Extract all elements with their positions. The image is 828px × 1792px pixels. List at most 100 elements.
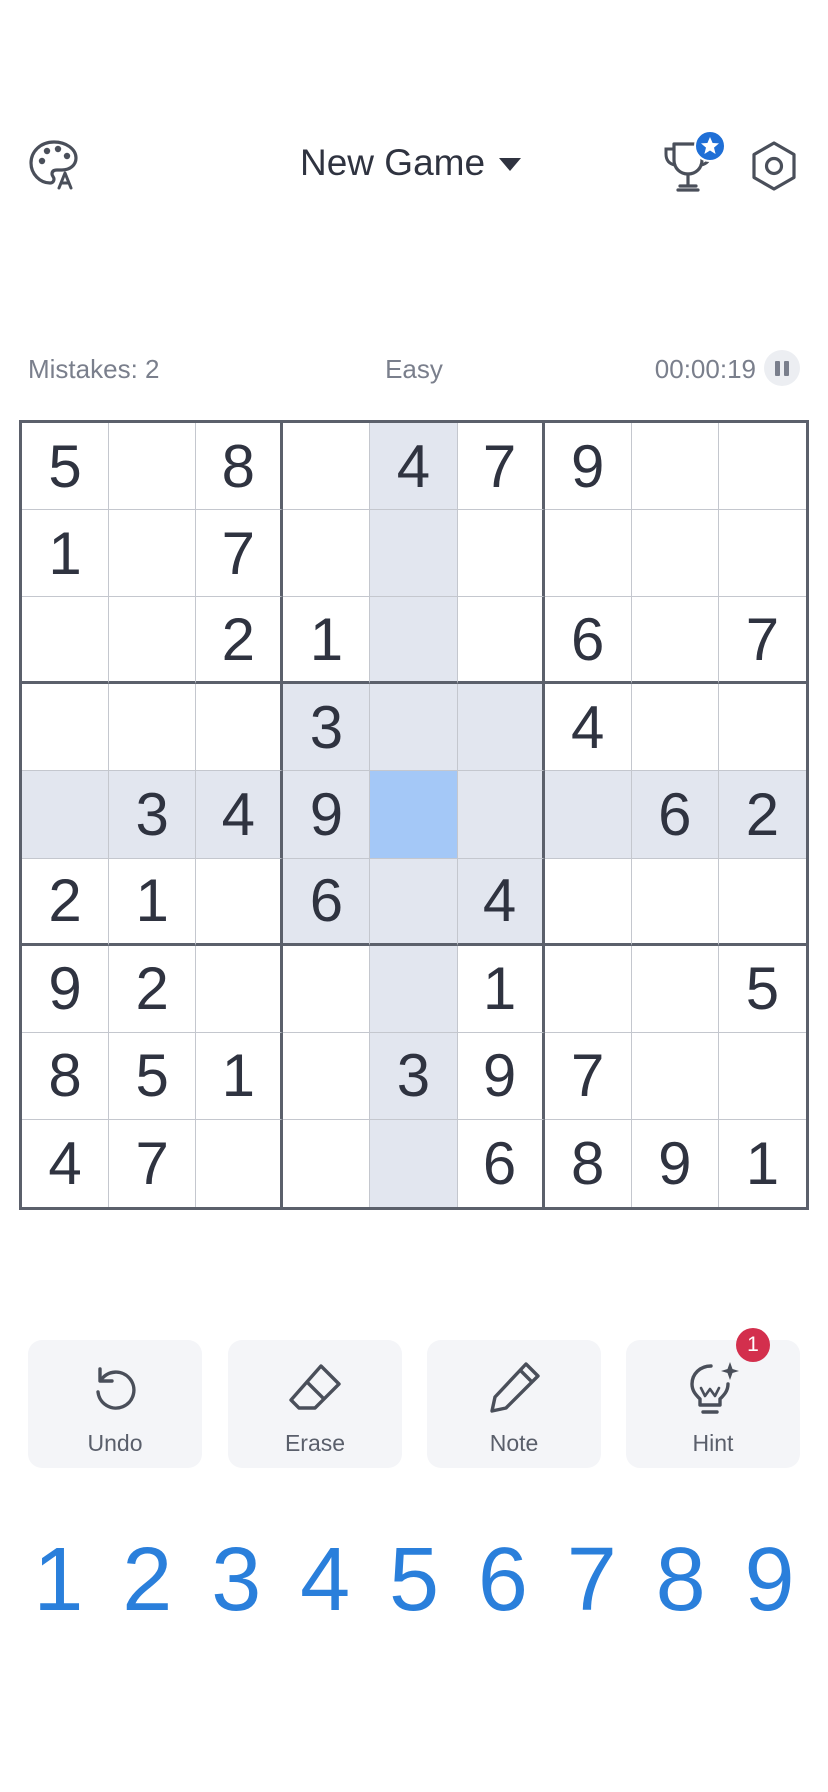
board-cell-r2c8[interactable]	[631, 510, 719, 598]
board-cell-r6c5[interactable]	[370, 858, 458, 946]
board-cell-r3c2[interactable]	[109, 597, 197, 685]
board-cell-r8c1[interactable]: 8	[22, 1032, 110, 1120]
board-cell-r9c4[interactable]	[283, 1119, 371, 1207]
number-button-5[interactable]: 5	[370, 1530, 459, 1630]
trophy-icon[interactable]	[660, 130, 728, 202]
board-cell-r4c1[interactable]	[22, 684, 110, 772]
number-button-2[interactable]: 2	[103, 1530, 192, 1630]
board-cell-r5c2[interactable]: 3	[109, 771, 197, 859]
board-cell-r5c3[interactable]: 4	[196, 771, 284, 859]
board-cell-r6c8[interactable]	[631, 858, 719, 946]
number-button-6[interactable]: 6	[458, 1530, 547, 1630]
board-cell-r3c4[interactable]: 1	[283, 597, 371, 685]
board-cell-r6c3[interactable]	[196, 858, 284, 946]
board-cell-r1c5[interactable]: 4	[370, 423, 458, 511]
board-cell-r6c9[interactable]	[718, 859, 806, 946]
palette-icon[interactable]	[26, 136, 82, 192]
board-cell-r7c9[interactable]: 5	[718, 946, 806, 1033]
board-cell-r6c2[interactable]: 1	[109, 858, 197, 946]
board-cell-r7c7[interactable]	[544, 945, 632, 1033]
number-button-1[interactable]: 1	[14, 1530, 103, 1630]
board-cell-r2c4[interactable]	[283, 510, 371, 598]
board-cell-r1c8[interactable]	[631, 423, 719, 511]
board-cell-r7c8[interactable]	[631, 945, 719, 1033]
board-cell-r3c6[interactable]	[457, 597, 545, 685]
board-cell-r6c4[interactable]: 6	[283, 858, 371, 946]
board-cell-r9c6[interactable]: 6	[458, 1119, 545, 1207]
board-cell-r9c1[interactable]: 4	[22, 1119, 110, 1207]
board-cell-r3c7[interactable]: 6	[544, 597, 632, 685]
new-game-button[interactable]: New Game	[300, 138, 522, 188]
board-cell-r3c8[interactable]	[631, 597, 719, 685]
hint-label: Hint	[692, 1430, 734, 1456]
number-button-8[interactable]: 8	[636, 1530, 725, 1630]
number-button-9[interactable]: 9	[725, 1530, 814, 1630]
board-cell-r4c7[interactable]: 4	[544, 684, 632, 772]
board-cell-r7c4[interactable]	[283, 945, 371, 1033]
board-cell-r1c1[interactable]: 5	[22, 423, 110, 511]
hint-button[interactable]: Hint 1	[626, 1328, 800, 1468]
board-cell-r7c2[interactable]: 2	[109, 945, 197, 1033]
board-cell-r8c6[interactable]: 9	[457, 1032, 545, 1120]
board-cell-r1c9[interactable]	[718, 423, 806, 511]
board-cell-r2c6[interactable]	[457, 510, 545, 598]
board-cell-r3c9[interactable]: 7	[718, 597, 806, 685]
board-cell-r8c9[interactable]	[718, 1033, 806, 1120]
board-cell-r6c6[interactable]: 4	[457, 858, 545, 946]
pause-icon[interactable]	[764, 350, 800, 386]
board-cell-r8c4[interactable]	[283, 1032, 371, 1120]
board-cell-r7c3[interactable]	[196, 945, 284, 1033]
board-cell-r9c2[interactable]: 7	[109, 1119, 197, 1207]
number-button-3[interactable]: 3	[192, 1530, 281, 1630]
note-button[interactable]: Note	[427, 1340, 601, 1468]
board-cell-r5c4[interactable]: 9	[283, 771, 371, 859]
board-cell-r8c3[interactable]: 1	[196, 1032, 284, 1120]
board-cell-r7c5[interactable]	[370, 945, 458, 1033]
board-cell-r4c4[interactable]: 3	[283, 684, 371, 772]
board-cell-r8c2[interactable]: 5	[109, 1032, 197, 1120]
board-cell-r5c8[interactable]: 6	[631, 771, 719, 859]
board-cell-r7c6[interactable]: 1	[457, 945, 545, 1033]
board-cell-r6c7[interactable]	[544, 858, 632, 946]
erase-button[interactable]: Erase	[228, 1340, 402, 1468]
board-cell-r4c5[interactable]	[370, 684, 458, 772]
board-cell-r8c5[interactable]: 3	[370, 1032, 458, 1120]
number-button-7[interactable]: 7	[547, 1530, 636, 1630]
number-button-4[interactable]: 4	[281, 1530, 370, 1630]
board-cell-r4c9[interactable]	[718, 684, 806, 772]
board-cell-r4c8[interactable]	[631, 684, 719, 772]
board-cell-r4c2[interactable]	[109, 684, 197, 772]
board-cell-r5c1[interactable]	[22, 771, 110, 859]
board-cell-r7c1[interactable]: 9	[22, 945, 110, 1033]
undo-button[interactable]: Undo	[28, 1340, 202, 1468]
board-cell-r5c7[interactable]	[544, 771, 632, 859]
board-cell-r5c6[interactable]	[457, 771, 545, 859]
board-cell-r5c9[interactable]: 2	[718, 771, 806, 859]
board-cell-r1c4[interactable]	[283, 423, 371, 511]
board-cell-r1c6[interactable]: 7	[457, 423, 545, 511]
board-cell-r2c7[interactable]	[544, 510, 632, 598]
board-cell-r5c5[interactable]	[370, 771, 458, 859]
board-cell-r2c9[interactable]	[718, 510, 806, 598]
board-cell-r2c1[interactable]: 1	[22, 510, 110, 598]
board-cell-r1c7[interactable]: 9	[544, 423, 632, 511]
board-cell-r2c2[interactable]	[109, 510, 197, 598]
board-cell-r2c5[interactable]	[370, 510, 458, 598]
board-cell-r3c1[interactable]	[22, 597, 110, 685]
board-cell-r8c8[interactable]	[631, 1032, 719, 1120]
board-cell-r9c3[interactable]	[196, 1119, 284, 1207]
board-cell-r4c6[interactable]	[457, 684, 545, 772]
settings-icon[interactable]	[746, 138, 802, 194]
board-cell-r3c3[interactable]: 2	[196, 597, 284, 685]
board-cell-r1c2[interactable]	[109, 423, 197, 511]
board-cell-r8c7[interactable]: 7	[544, 1032, 632, 1120]
board-cell-r2c3[interactable]: 7	[196, 510, 284, 598]
board-cell-r9c9[interactable]: 1	[719, 1120, 806, 1207]
board-cell-r3c5[interactable]	[370, 597, 458, 685]
board-cell-r9c7[interactable]: 8	[545, 1119, 632, 1207]
board-cell-r1c3[interactable]: 8	[196, 423, 284, 511]
board-cell-r9c8[interactable]: 9	[632, 1119, 719, 1207]
board-cell-r9c5[interactable]	[370, 1119, 458, 1207]
board-cell-r6c1[interactable]: 2	[22, 858, 110, 946]
board-cell-r4c3[interactable]	[196, 684, 284, 772]
